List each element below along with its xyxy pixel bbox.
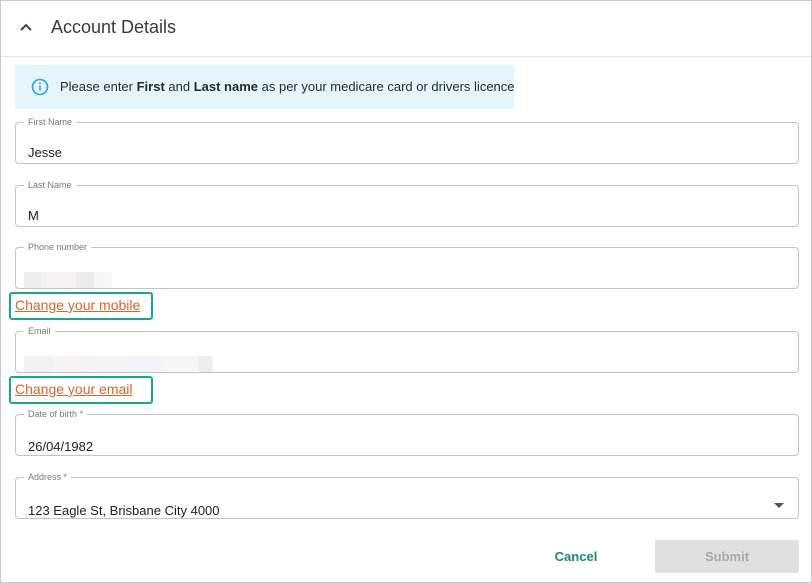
last-name-label: Last Name: [28, 180, 72, 190]
first-name-value: Jesse: [28, 145, 62, 160]
info-banner: Please enter First and Last name as per …: [15, 65, 515, 109]
chevron-up-icon[interactable]: [17, 19, 35, 37]
phone-number-field[interactable]: Phone number: [15, 242, 799, 289]
last-name-field[interactable]: Last Name M: [15, 180, 799, 227]
first-name-label: First Name: [28, 117, 73, 127]
change-email-highlight: Change your email: [9, 376, 153, 404]
date-of-birth-field[interactable]: Date of birth * 26/04/1982: [15, 409, 799, 456]
email-label: Email: [28, 326, 51, 336]
change-mobile-highlight: Change your mobile: [9, 292, 153, 320]
address-field[interactable]: Address * 123 Eagle St, Brisbane City 40…: [15, 472, 799, 519]
submit-button[interactable]: Submit: [655, 540, 799, 573]
panel-header[interactable]: Account Details: [1, 1, 811, 57]
dropdown-arrow-icon[interactable]: [774, 503, 784, 508]
address-value: 123 Eagle St, Brisbane City 4000: [28, 503, 220, 518]
date-of-birth-value: 26/04/1982: [28, 439, 94, 454]
info-text: Please enter First and Last name as per …: [60, 79, 515, 94]
address-label: Address *: [28, 472, 68, 482]
panel-title: Account Details: [51, 17, 177, 37]
change-email-link[interactable]: Change your email: [15, 381, 133, 397]
email-field[interactable]: Email: [15, 326, 799, 373]
change-mobile-link[interactable]: Change your mobile: [15, 297, 140, 313]
account-details-panel: Account Details Please enter First and L…: [0, 0, 812, 583]
cancel-button[interactable]: Cancel: [541, 541, 611, 571]
first-name-field[interactable]: First Name Jesse: [15, 117, 799, 164]
last-name-value: M: [28, 208, 39, 223]
date-of-birth-label: Date of birth *: [28, 409, 84, 419]
info-icon: [31, 78, 49, 96]
phone-number-label: Phone number: [28, 242, 88, 252]
